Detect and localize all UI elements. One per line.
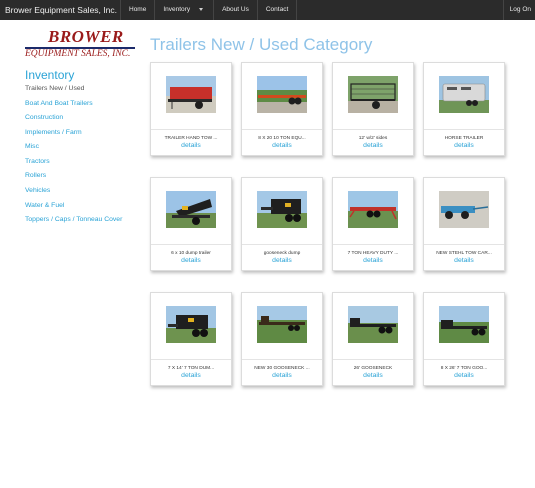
card-divider (333, 359, 413, 360)
category-sidebar: Inventory Trailers New / Used Boat And B… (25, 68, 145, 230)
card-divider (151, 244, 231, 245)
product-card[interactable]: 7 X 14' 7 TON DUM... details (150, 292, 232, 386)
details-link[interactable]: details (151, 141, 231, 150)
sidebar-item-misc[interactable]: Misc (25, 142, 145, 152)
chevron-down-icon (199, 7, 204, 11)
site-brand[interactable]: Brower Equipment Sales, Inc. (5, 0, 117, 20)
details-link[interactable]: details (242, 256, 322, 265)
card-divider (424, 129, 504, 130)
details-link[interactable]: details (151, 256, 231, 265)
page-title: Trailers New / Used Category (150, 35, 373, 54)
product-card[interactable]: TRAILER HAND TOW ... details (150, 62, 232, 156)
card-divider (424, 359, 504, 360)
product-card[interactable]: 7 TON HEAVY DUTY ... details (332, 177, 414, 271)
product-photo[interactable] (439, 306, 489, 343)
card-divider (151, 359, 231, 360)
product-photo[interactable] (348, 191, 398, 228)
logo-wordmark: BROWER (48, 27, 124, 46)
sidebar-item-construction[interactable]: Construction (25, 113, 145, 123)
sidebar-item-vehicles[interactable]: Vehicles (25, 186, 145, 196)
product-photo[interactable] (439, 191, 489, 228)
sidebar-item-rollers[interactable]: Rollers (25, 171, 145, 181)
nav-home[interactable]: Home (120, 0, 154, 20)
product-photo[interactable] (257, 191, 307, 228)
details-link[interactable]: details (424, 141, 504, 150)
main-nav: Home Inventory About Us Contact (120, 0, 298, 20)
sidebar-current-category: Trailers New / Used (25, 85, 85, 92)
product-card[interactable]: NEW STEHL TOW CAR... details (423, 177, 505, 271)
card-divider (242, 129, 322, 130)
nav-inventory-label: Inventory (163, 6, 191, 13)
card-divider (333, 129, 413, 130)
product-grid: TRAILER HAND TOW ... details 8 X 20 10 T… (150, 62, 510, 392)
product-card[interactable]: 6 x 10 dump trailer details (150, 177, 232, 271)
product-card[interactable]: 8 X 26' 7 TON GOO... details (423, 292, 505, 386)
product-photo[interactable] (166, 76, 216, 113)
details-link[interactable]: details (424, 371, 504, 380)
details-link[interactable]: details (333, 256, 413, 265)
sidebar-item-tractors[interactable]: Tractors (25, 157, 145, 167)
product-card[interactable]: NEW 30 GOOSENECK ... details (241, 292, 323, 386)
details-link[interactable]: details (333, 141, 413, 150)
sidebar-heading: Inventory (25, 68, 75, 82)
details-link[interactable]: details (151, 371, 231, 380)
details-link[interactable]: details (242, 141, 322, 150)
product-card[interactable]: HORSE TRAILER details (423, 62, 505, 156)
product-card[interactable]: 8 X 20 10 TON EQU... details (241, 62, 323, 156)
product-photo[interactable] (348, 76, 398, 113)
nav-about-us[interactable]: About Us (213, 0, 257, 20)
details-link[interactable]: details (333, 371, 413, 380)
sidebar-item-implements-farm[interactable]: Implements / Farm (25, 128, 145, 138)
card-divider (242, 244, 322, 245)
product-card[interactable]: 26' GOOSENECK details (332, 292, 414, 386)
details-link[interactable]: details (424, 256, 504, 265)
company-logo[interactable]: BROWER EQUIPMENT SALES, INC. (25, 28, 137, 62)
product-card[interactable]: 12' w/2' sides details (332, 62, 414, 156)
card-divider (242, 359, 322, 360)
card-divider (151, 129, 231, 130)
product-photo[interactable] (439, 76, 489, 113)
card-divider (333, 244, 413, 245)
nav-inventory-dropdown[interactable]: Inventory (154, 0, 213, 20)
sidebar-item-water-fuel[interactable]: Water & Fuel (25, 201, 145, 211)
product-card[interactable]: gooseneck dump details (241, 177, 323, 271)
product-photo[interactable] (257, 76, 307, 113)
product-photo[interactable] (257, 306, 307, 343)
product-photo[interactable] (348, 306, 398, 343)
login-link[interactable]: Log On (502, 0, 535, 20)
details-link[interactable]: details (242, 371, 322, 380)
product-photo[interactable] (166, 306, 216, 343)
logo-subtitle: EQUIPMENT SALES, INC. (25, 49, 131, 59)
nav-contact[interactable]: Contact (256, 0, 298, 20)
sidebar-item-boat-trailers[interactable]: Boat And Boat Trailers (25, 99, 145, 109)
top-navbar: Brower Equipment Sales, Inc. Home Invent… (0, 0, 535, 20)
sidebar-item-toppers[interactable]: Toppers / Caps / Tonneau Cover (25, 215, 145, 225)
product-photo[interactable] (166, 191, 216, 228)
card-divider (424, 244, 504, 245)
